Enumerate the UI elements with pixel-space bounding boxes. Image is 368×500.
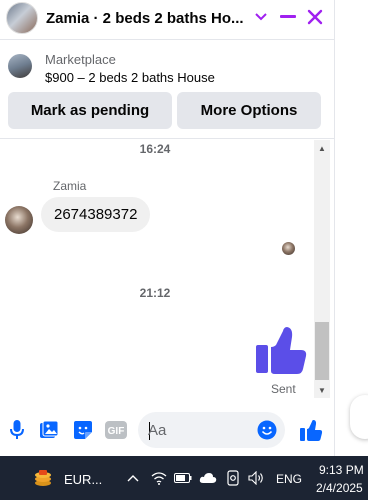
thumbs-up-icon[interactable]	[254, 323, 308, 377]
scroll-up-arrow-icon[interactable]: ▲	[314, 140, 330, 156]
message-list: 16:24 Zamia 2674389372 21:12 Sent	[0, 140, 334, 398]
cloud-icon[interactable]	[199, 469, 217, 487]
divider	[0, 39, 334, 40]
avatar[interactable]	[6, 2, 38, 34]
timestamp: 21:12	[139, 286, 171, 300]
message-status: Sent	[271, 382, 296, 396]
scroll-down-arrow-icon[interactable]: ▼	[314, 382, 330, 398]
listing-title: $900 – 2 beds 2 baths House	[45, 70, 215, 85]
message-input[interactable]	[148, 412, 248, 448]
svg-text:GIF: GIF	[108, 426, 125, 437]
scrollbar-thumb[interactable]	[315, 322, 329, 380]
message-input-box[interactable]	[138, 412, 285, 448]
screen: Zamia · 2 beds 2 baths Ho... Marketplace…	[0, 0, 368, 500]
chat-window: Zamia · 2 beds 2 baths Ho... Marketplace…	[0, 0, 334, 456]
sender-avatar[interactable]	[5, 206, 33, 234]
more-options-button[interactable]: More Options	[177, 92, 321, 129]
image-icon[interactable]	[37, 418, 61, 442]
window-edge	[334, 0, 335, 456]
thumbs-up-icon[interactable]	[297, 416, 325, 444]
chat-header: Zamia · 2 beds 2 baths Ho...	[0, 0, 334, 36]
battery-icon[interactable]	[174, 469, 192, 487]
timestamp: 16:24	[139, 142, 171, 156]
currency-app-icon[interactable]	[33, 468, 53, 488]
scrollbar[interactable]: ▲ ▼	[314, 140, 330, 398]
sticker-icon[interactable]	[71, 418, 95, 442]
background-window	[334, 0, 368, 456]
clock-time[interactable]: 9:13 PM	[319, 463, 364, 477]
chat-title[interactable]: Zamia · 2 beds 2 baths Ho...	[46, 10, 246, 27]
mark-as-pending-button[interactable]: Mark as pending	[8, 92, 172, 129]
chevron-down-icon[interactable]	[249, 5, 273, 29]
incoming-message-bubble[interactable]: 2674389372	[41, 197, 151, 232]
camera-icon[interactable]	[224, 469, 242, 487]
gif-icon[interactable]: GIF	[104, 418, 128, 442]
clock-date[interactable]: 2/4/2025	[316, 481, 363, 495]
close-icon[interactable]	[303, 5, 327, 29]
floating-chat-head[interactable]	[350, 395, 368, 439]
wifi-icon[interactable]	[150, 469, 168, 487]
taskbar-app-label[interactable]: EUR...	[64, 472, 102, 487]
listing-card[interactable]: Marketplace $900 – 2 beds 2 baths House	[0, 44, 334, 90]
chevron-up-icon[interactable]	[124, 469, 142, 487]
emoji-icon[interactable]	[257, 420, 277, 440]
taskbar: EUR... ENG 9:13 PM 2/4/2025	[0, 456, 368, 500]
language-indicator[interactable]: ENG	[276, 472, 302, 486]
seen-avatar	[282, 242, 295, 255]
sender-name: Zamia	[53, 179, 87, 193]
volume-icon[interactable]	[248, 469, 266, 487]
listing-thumbnail	[8, 54, 32, 78]
microphone-icon[interactable]	[5, 418, 29, 442]
listing-source-label: Marketplace	[45, 52, 116, 67]
minimize-icon[interactable]	[276, 5, 300, 29]
composer: GIF	[0, 404, 334, 456]
divider	[0, 138, 334, 139]
